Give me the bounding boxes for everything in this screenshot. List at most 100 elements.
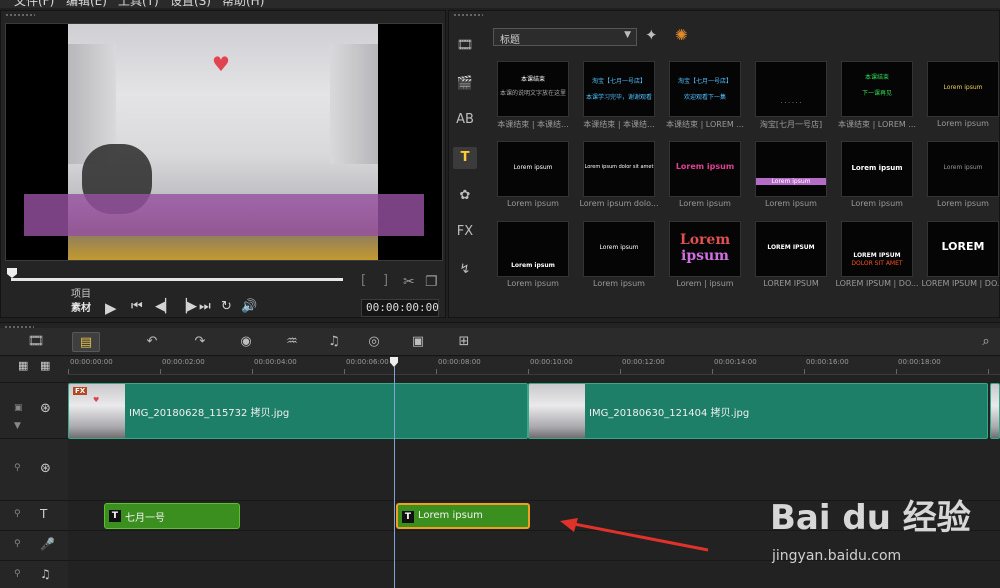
repeat-icon[interactable]: ↻ (221, 299, 232, 314)
undo-icon[interactable]: ↶ (138, 332, 166, 352)
graphics-icon[interactable]: ✿ (453, 185, 477, 207)
storyboard-view-icon[interactable]: 🎞 (22, 332, 50, 352)
ruler-tick (68, 369, 69, 374)
lock-icon[interactable]: ⚲ (14, 509, 21, 519)
title-clip[interactable]: T 七月一号 (104, 503, 240, 529)
ruler-label: 00:00:00:00 (70, 358, 113, 366)
title-thumbnail[interactable]: Lorem ipsum Lorem ipsum (745, 139, 837, 217)
thumbnail-text: Lorem ipsum (675, 162, 735, 171)
title-thumbnail[interactable]: 本课结束 本课的说明文字放在这里 本课结束 | 本课结... (487, 59, 579, 137)
show-all-tracks-icon[interactable]: ▦ (18, 359, 28, 372)
title-thumbnail[interactable]: Lorem ipsum Lorem ipsum (917, 59, 1000, 137)
project-mode-label[interactable]: 项目 (71, 285, 91, 300)
menu-settings[interactable]: 设置(S) (170, 0, 211, 8)
video-clip[interactable]: FX ♥ IMG_20180628_115732 拷贝.jpg (68, 383, 528, 439)
path-icon[interactable]: ↯ (453, 259, 477, 281)
thumbnail-caption: Lorem ipsum (507, 279, 559, 288)
clip-label: IMG_20180630_121404 拷贝.jpg (589, 408, 750, 419)
menu-file[interactable]: 文件(F) (14, 0, 54, 8)
title-thumbnail[interactable]: 淘宝【七月一号店】 欢迎观看下一集 本课结束 | LOREM ... (659, 59, 751, 137)
title-thumbnail[interactable]: Lorem ipsum Lorem ipsum (917, 139, 1000, 217)
copy-icon[interactable]: ❐ (425, 274, 438, 290)
thumbnail-text: Lorem ipsum (851, 164, 903, 172)
cut-icon[interactable]: ✂ (403, 274, 415, 290)
prev-frame-button[interactable]: ◀▏ (155, 299, 175, 314)
clip-mode-label[interactable]: 素材 (71, 299, 91, 314)
lock-icon[interactable]: ⚲ (14, 569, 21, 579)
track-manager-icon[interactable]: ▦ (40, 359, 50, 372)
title-thumbnail[interactable]: LOREM IPSUM LOREM IPSUM (745, 219, 837, 297)
chevron-down-icon[interactable]: ▼ (14, 421, 21, 431)
menu-help[interactable]: 帮助(H) (222, 0, 264, 8)
gallery-dropdown[interactable]: 标题 ▼ (493, 28, 637, 46)
video-clip[interactable]: IMG_20180630_121404 拷贝.jpg (528, 383, 988, 439)
title-thumbnail[interactable]: Lorem ipsum Lorem ipsum (487, 219, 579, 297)
next-frame-button[interactable]: ▕▶ (177, 299, 197, 314)
timeline-view-icon[interactable]: ▤ (72, 332, 100, 352)
title-thumbnail[interactable]: · · · · · · 淘宝[七月一号店] (745, 59, 837, 137)
scrubber-bar[interactable] (11, 278, 343, 281)
media-icon[interactable]: 🎞 (453, 35, 477, 57)
title-overlay-bar (24, 194, 424, 236)
title-thumbnail[interactable]: 淘宝【七月一号店】 本课学习完毕，谢谢观看 本课结束 | 本课结... (573, 59, 665, 137)
clip-thumbnail: FX ♥ (69, 384, 125, 438)
filter-fx-icon[interactable]: FX (453, 221, 477, 243)
overlay-track-header: ⚲ ⊛ (0, 439, 68, 501)
title-thumbnail[interactable]: Lorem ipsum Lorem ipsum (831, 139, 923, 217)
add-favorite-icon[interactable]: ✦ (645, 26, 658, 44)
record-capture-icon[interactable]: ◉ (232, 332, 260, 352)
motion-tracking-icon[interactable]: ◎ (360, 332, 388, 352)
title-thumbnail[interactable]: Lorem ipsum Lorem ipsum (487, 139, 579, 217)
timeline-toolbar: 🎞 ▤ ↶ ↷ ◉ ♒ ♫ ◎ ▣ ⊞ ⌕ (0, 328, 1000, 356)
timecode-field[interactable]: 00:00:00:00 (361, 299, 439, 317)
thumbnail-text: Lorem ipsum dolor sit amet (584, 164, 654, 170)
arrow-head (560, 518, 578, 532)
title-thumbnail[interactable]: Lorem ipsum dolor sit amet Lorem ipsum do… (573, 139, 665, 217)
zoom-icon[interactable]: ⌕ (972, 332, 1000, 352)
video-track-icon: ⊛ (40, 401, 51, 416)
thumbnail-image: Lorem ipsum (755, 141, 827, 197)
mark-out-icon[interactable]: ] (383, 273, 388, 288)
volume-icon[interactable]: 🔊 (241, 299, 257, 314)
ruler-tick (712, 369, 713, 374)
thumbnail-caption: LOREM IPSUM | DO... (835, 279, 919, 288)
redo-icon[interactable]: ↷ (186, 332, 214, 352)
auto-music-icon[interactable]: ♫ (320, 332, 348, 352)
go-start-button[interactable]: ⏮ (131, 299, 143, 314)
ruler-tick (988, 369, 989, 374)
video-clip[interactable] (990, 383, 1000, 439)
title-icon[interactable]: T (453, 147, 477, 169)
menu-tools[interactable]: 工具(T) (118, 0, 159, 8)
scrubber-handle[interactable] (7, 268, 17, 278)
title-thumbnail[interactable]: LOREM LOREM IPSUM | DO... (917, 219, 1000, 297)
sound-mixer-icon[interactable]: ♒ (278, 332, 306, 352)
menu-edit[interactable]: 编辑(E) (66, 0, 107, 8)
track-visible-icon[interactable]: ▣ (14, 403, 23, 413)
title-thumbnail[interactable]: Lorem ipsum Lorem ipsum (659, 139, 751, 217)
thumbnail-caption: Lorem | ipsum (676, 279, 734, 288)
transition-icon[interactable]: AB (453, 109, 477, 131)
mark-in-icon[interactable]: [ (361, 273, 366, 288)
timeline-ruler[interactable]: 00:00:00:00 00:00:02:00 00:00:04:00 00:0… (68, 357, 1000, 375)
lock-icon[interactable]: ⚲ (14, 539, 21, 549)
title-clip-selected[interactable]: T Lorem ipsum (396, 503, 530, 529)
title-thumbnail[interactable]: Lorem ipsum Lorem ipsum (573, 219, 665, 297)
lock-icon[interactable]: ⚲ (14, 463, 21, 473)
thumbnail-image: LOREM IPSUM (755, 221, 827, 277)
title-thumbnail[interactable]: Lorem ipsum Lorem | ipsum (659, 219, 751, 297)
multi-trim-icon[interactable]: ⊞ (450, 332, 478, 352)
title-thumbnail[interactable]: LOREM IPSUM DOLOR SIT AMET LOREM IPSUM | D… (831, 219, 923, 297)
heart-icon: ♥ (212, 52, 230, 76)
library-sidebar: 🎞 🎬 AB T ✿ FX ↯ (449, 23, 481, 313)
play-button[interactable]: ▶ (105, 299, 117, 317)
title-thumbnail-grid: 本课结束 本课的说明文字放在这里 本课结束 | 本课结... 淘宝【七月一号店】 本课… (487, 59, 1000, 309)
thumbnail-image: 本课结束 下一课再见 (841, 61, 913, 117)
subtitle-editor-icon[interactable]: ▣ (404, 332, 432, 352)
settings-icon[interactable]: ✺ (675, 26, 688, 44)
panel-grip[interactable] (453, 13, 483, 17)
title-thumbnail[interactable]: 本课结束 下一课再见 本课结束 | LOREM ... (831, 59, 923, 137)
thumbnail-image: 淘宝【七月一号店】 本课学习完毕，谢谢观看 (583, 61, 655, 117)
instant-project-icon[interactable]: 🎬 (453, 73, 477, 95)
go-end-button[interactable]: ⏭ (199, 299, 211, 314)
panel-grip[interactable] (5, 13, 35, 17)
